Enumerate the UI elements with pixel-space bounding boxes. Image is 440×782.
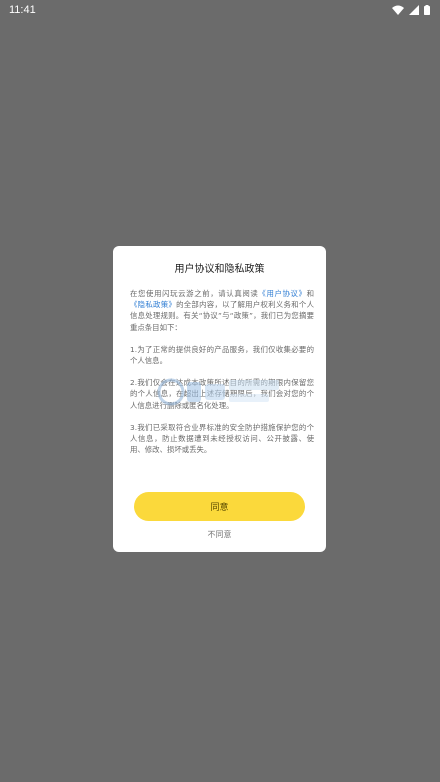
point-2: 2.我们仅会在达成本政策所述目的所需的期限内保留您的个人信息，在超出上述存储期限… bbox=[130, 378, 314, 410]
signal-icon bbox=[409, 5, 419, 15]
status-icons bbox=[392, 5, 430, 15]
status-time: 11:41 bbox=[9, 4, 36, 16]
privacy-dialog: 用户协议和隐私政策 在您使用闪玩云游之前，请认真阅读《用户协议》和《隐私政策》的… bbox=[113, 246, 326, 552]
agree-button[interactable]: 同意 bbox=[134, 492, 305, 521]
wifi-icon bbox=[392, 5, 404, 15]
disagree-button[interactable]: 不同意 bbox=[113, 529, 326, 540]
dialog-title: 用户协议和隐私政策 bbox=[174, 264, 265, 275]
intro-paragraph: 在您使用闪玩云游之前，请认真阅读《用户协议》和《隐私政策》的全部内容，以了解用户… bbox=[130, 288, 314, 333]
status-bar: 11:41 bbox=[0, 0, 440, 20]
privacy-policy-link[interactable]: 《隐私政策》 bbox=[130, 300, 176, 309]
user-agreement-link[interactable]: 《用户协议》 bbox=[258, 289, 306, 298]
dialog-body: 在您使用闪玩云游之前，请认真阅读《用户协议》和《隐私政策》的全部内容，以了解用户… bbox=[130, 288, 314, 455]
intro-text-1: 在您使用闪玩云游之前，请认真阅读 bbox=[130, 289, 259, 298]
intro-and-text: 和 bbox=[306, 289, 314, 298]
battery-icon bbox=[424, 5, 430, 15]
point-3: 3.我们已采取符合业界标准的安全防护措施保护您的个人信息，防止数据遭到未经授权访… bbox=[130, 422, 314, 455]
point-1: 1.为了正常的提供良好的产品服务，我们仅收集必要的个人信息。 bbox=[130, 344, 314, 366]
